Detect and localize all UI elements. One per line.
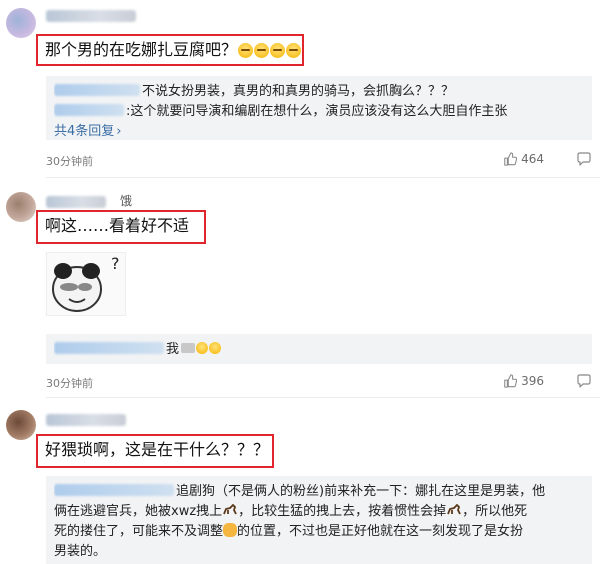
reply-text-seg: 俩在逃避官兵，她被xwz拽上 bbox=[54, 504, 223, 519]
comment-text: 那个男的在吃娜扎豆腐吧？ bbox=[45, 40, 238, 59]
waving-hand-emoji-icon bbox=[223, 523, 238, 537]
reply-item[interactable]: 我 bbox=[54, 340, 584, 360]
image-icon bbox=[181, 343, 196, 353]
smirk-emoji-icon bbox=[254, 42, 270, 58]
reply-text: 不说女扮男装，真男的和真男的骑马，会抓胸么？？？ bbox=[142, 84, 455, 99]
timestamp: 30分钟前 bbox=[46, 377, 93, 390]
reply-icon-button[interactable] bbox=[576, 373, 592, 392]
reply-text-seg: 死的搂住了，可能来不及调整 bbox=[54, 524, 224, 539]
comment-1: 那个男的在吃娜扎豆腐吧？ 不说女扮男装，真男的和真男的骑马，会抓胸么？？？ :这… bbox=[0, 0, 600, 180]
divider bbox=[46, 397, 600, 398]
laughing-emoji-icon bbox=[196, 342, 209, 354]
reply-text-seg: ，所以他死 bbox=[462, 504, 528, 519]
comment-text: 啊这……看着好不适 bbox=[45, 216, 190, 235]
comment-text: 好猥琐啊，这是在干什么？？？ bbox=[45, 440, 270, 459]
comment-bubble-icon bbox=[577, 374, 591, 388]
username[interactable] bbox=[46, 196, 106, 208]
like-count: 396 bbox=[521, 374, 544, 388]
comment-meta: 30分钟前 396 bbox=[46, 372, 592, 392]
comment-bubble-icon bbox=[577, 152, 591, 166]
divider bbox=[46, 177, 600, 178]
comment-text-box: 那个男的在吃娜扎豆腐吧？ bbox=[36, 34, 304, 66]
reply-item[interactable]: 不说女扮男装，真男的和真男的骑马，会抓胸么？？？ bbox=[54, 82, 584, 102]
reply-text-seg: 男装的。 bbox=[54, 544, 107, 559]
smirk-emoji-icon bbox=[286, 42, 302, 58]
reply-text-seg: 的位置，不过也是正好他就在这一刻发现了是女扮 bbox=[237, 524, 524, 539]
thumbs-up-icon bbox=[504, 374, 518, 388]
reply-icon-button[interactable] bbox=[576, 151, 592, 170]
horse-emoji-icon bbox=[447, 504, 461, 515]
horse-emoji-icon bbox=[223, 504, 237, 515]
more-replies-link[interactable]: 共4条回复 › bbox=[54, 122, 584, 142]
reply-item[interactable]: 追剧狗（不是俩人的粉丝)前来补充一下：娜扎在这里是男装，他 bbox=[54, 482, 584, 502]
reply-text-seg: ，比较生猛的拽上去，按着惯性会掉 bbox=[238, 504, 447, 519]
comment-text-box: 啊这……看着好不适 bbox=[36, 210, 206, 244]
reply-text-line: 俩在逃避官兵，她被xwz拽上 ，比较生猛的拽上去，按着惯性会掉 ，所以他死 bbox=[54, 502, 584, 522]
smirk-emoji-icon bbox=[270, 42, 286, 58]
comment-text-box: 好猥琐啊，这是在干什么？？？ bbox=[36, 434, 274, 468]
username[interactable] bbox=[46, 414, 126, 426]
chevron-right-icon: › bbox=[116, 124, 122, 139]
smirk-emoji-icon bbox=[238, 42, 254, 58]
like-button[interactable]: 464 bbox=[503, 152, 544, 166]
avatar[interactable] bbox=[6, 410, 36, 440]
timestamp: 30分钟前 bbox=[46, 155, 93, 168]
reply-text-line: 男装的。 bbox=[54, 542, 584, 562]
reply-text: 我 bbox=[166, 342, 180, 357]
thumbs-up-icon bbox=[504, 152, 518, 166]
reply-box: 我 bbox=[46, 334, 592, 364]
avatar[interactable] bbox=[6, 8, 36, 38]
reply-text: :这个就要问导演和编剧在想什么，演员应该没有这么大胆自作主张 bbox=[126, 104, 508, 119]
reply-box: 不说女扮男装，真男的和真男的骑马，会抓胸么？？？ :这个就要问导演和编剧在想什么… bbox=[46, 76, 592, 140]
username[interactable] bbox=[46, 10, 136, 22]
like-count: 464 bbox=[521, 152, 544, 166]
reply-username[interactable] bbox=[54, 342, 164, 354]
reply-item[interactable]: :这个就要问导演和编剧在想什么，演员应该没有这么大胆自作主张 bbox=[54, 102, 584, 122]
like-button[interactable]: 396 bbox=[503, 374, 544, 388]
reply-username[interactable] bbox=[54, 84, 140, 96]
panda-meme-sticker[interactable]: ? bbox=[46, 252, 126, 316]
avatar[interactable] bbox=[6, 192, 36, 222]
more-replies-label: 共4条回复 bbox=[54, 124, 115, 139]
panda-face-icon: ? bbox=[52, 254, 120, 312]
laughing-emoji-icon bbox=[209, 342, 222, 354]
comment-meta: 30分钟前 464 bbox=[46, 150, 592, 170]
reply-username[interactable] bbox=[54, 484, 174, 496]
reply-text-line-1: 追剧狗（不是俩人的粉丝)前来补充一下：娜扎在这里是男装，他 bbox=[176, 484, 546, 499]
comment-3: 好猥琐啊，这是在干什么？？？ 追剧狗（不是俩人的粉丝)前来补充一下：娜扎在这里是… bbox=[0, 400, 600, 564]
comment-2: 饿 啊这……看着好不适 ? 我 30分钟前 396 bbox=[0, 180, 600, 400]
reply-box: 追剧狗（不是俩人的粉丝)前来补充一下：娜扎在这里是男装，他 俩在逃避官兵，她被x… bbox=[46, 476, 592, 564]
reply-text-line: 死的搂住了，可能来不及调整 的位置，不过也是正好他就在这一刻发现了是女扮 bbox=[54, 522, 584, 542]
svg-text:?: ? bbox=[111, 254, 120, 273]
reply-username[interactable] bbox=[54, 104, 124, 116]
username-fragment: 饿 bbox=[120, 194, 133, 208]
emoji-group bbox=[237, 41, 302, 61]
